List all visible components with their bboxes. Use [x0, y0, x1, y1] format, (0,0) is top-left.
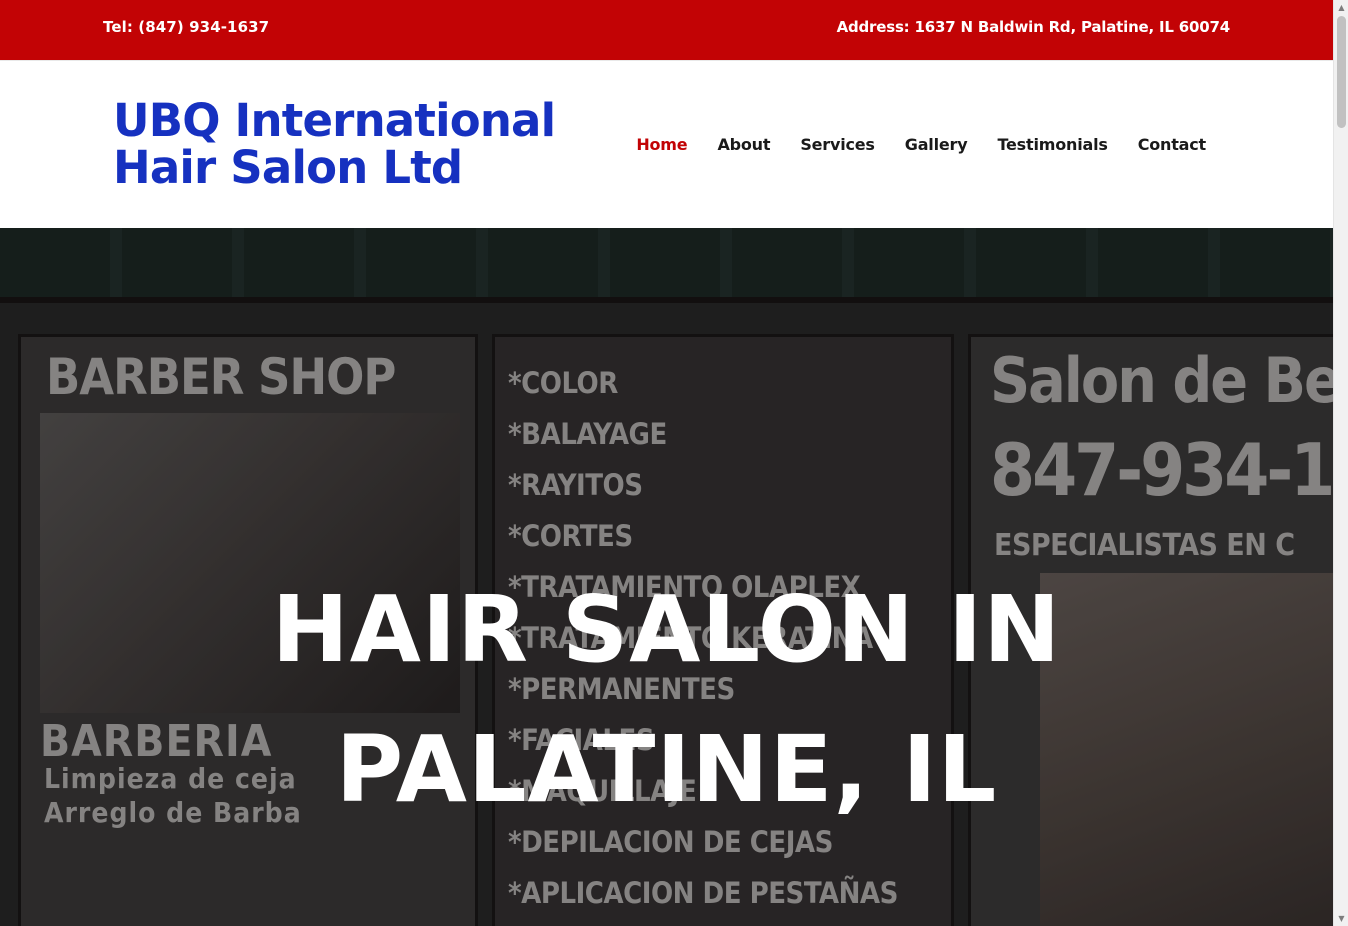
address-text: Address: 1637 N Baldwin Rd, Palatine, IL… — [836, 18, 1231, 36]
scroll-down-arrow-icon[interactable]: ▼ — [1334, 911, 1348, 926]
nav-gallery[interactable]: Gallery — [905, 135, 968, 154]
page: Tel: (847) 934-1637 Address: 1637 N Bald… — [0, 0, 1333, 926]
hero-title-line-2: PALATINE, IL — [335, 716, 998, 823]
scroll-up-arrow-icon[interactable]: ▲ — [1334, 0, 1348, 15]
main-nav: Home About Services Gallery Testimonials… — [636, 135, 1206, 154]
scrollbar-thumb[interactable] — [1337, 16, 1346, 128]
nav-testimonials[interactable]: Testimonials — [997, 135, 1107, 154]
site-header: UBQ International Hair Salon Ltd Home Ab… — [0, 60, 1333, 228]
site-logo[interactable]: UBQ International Hair Salon Ltd — [113, 94, 556, 194]
hero-title-line-1: HAIR SALON IN — [271, 576, 1062, 683]
hero-banner: BARBER SHOP *COLOR *BALAYAGE *RAYITOS *C… — [0, 228, 1333, 926]
logo-line-1: UBQ International — [113, 94, 556, 147]
nav-contact[interactable]: Contact — [1138, 135, 1207, 154]
logo-line-2: Hair Salon Ltd — [113, 141, 463, 194]
nav-services[interactable]: Services — [800, 135, 875, 154]
page-scrollbar[interactable]: ▲ ▼ — [1333, 0, 1348, 926]
nav-home[interactable]: Home — [636, 135, 687, 154]
hero-title: HAIR SALON IN PALATINE, IL — [0, 560, 1333, 840]
nav-about[interactable]: About — [717, 135, 770, 154]
phone-link[interactable]: Tel: (847) 934-1637 — [103, 18, 269, 36]
top-contact-bar: Tel: (847) 934-1637 Address: 1637 N Bald… — [0, 0, 1333, 60]
